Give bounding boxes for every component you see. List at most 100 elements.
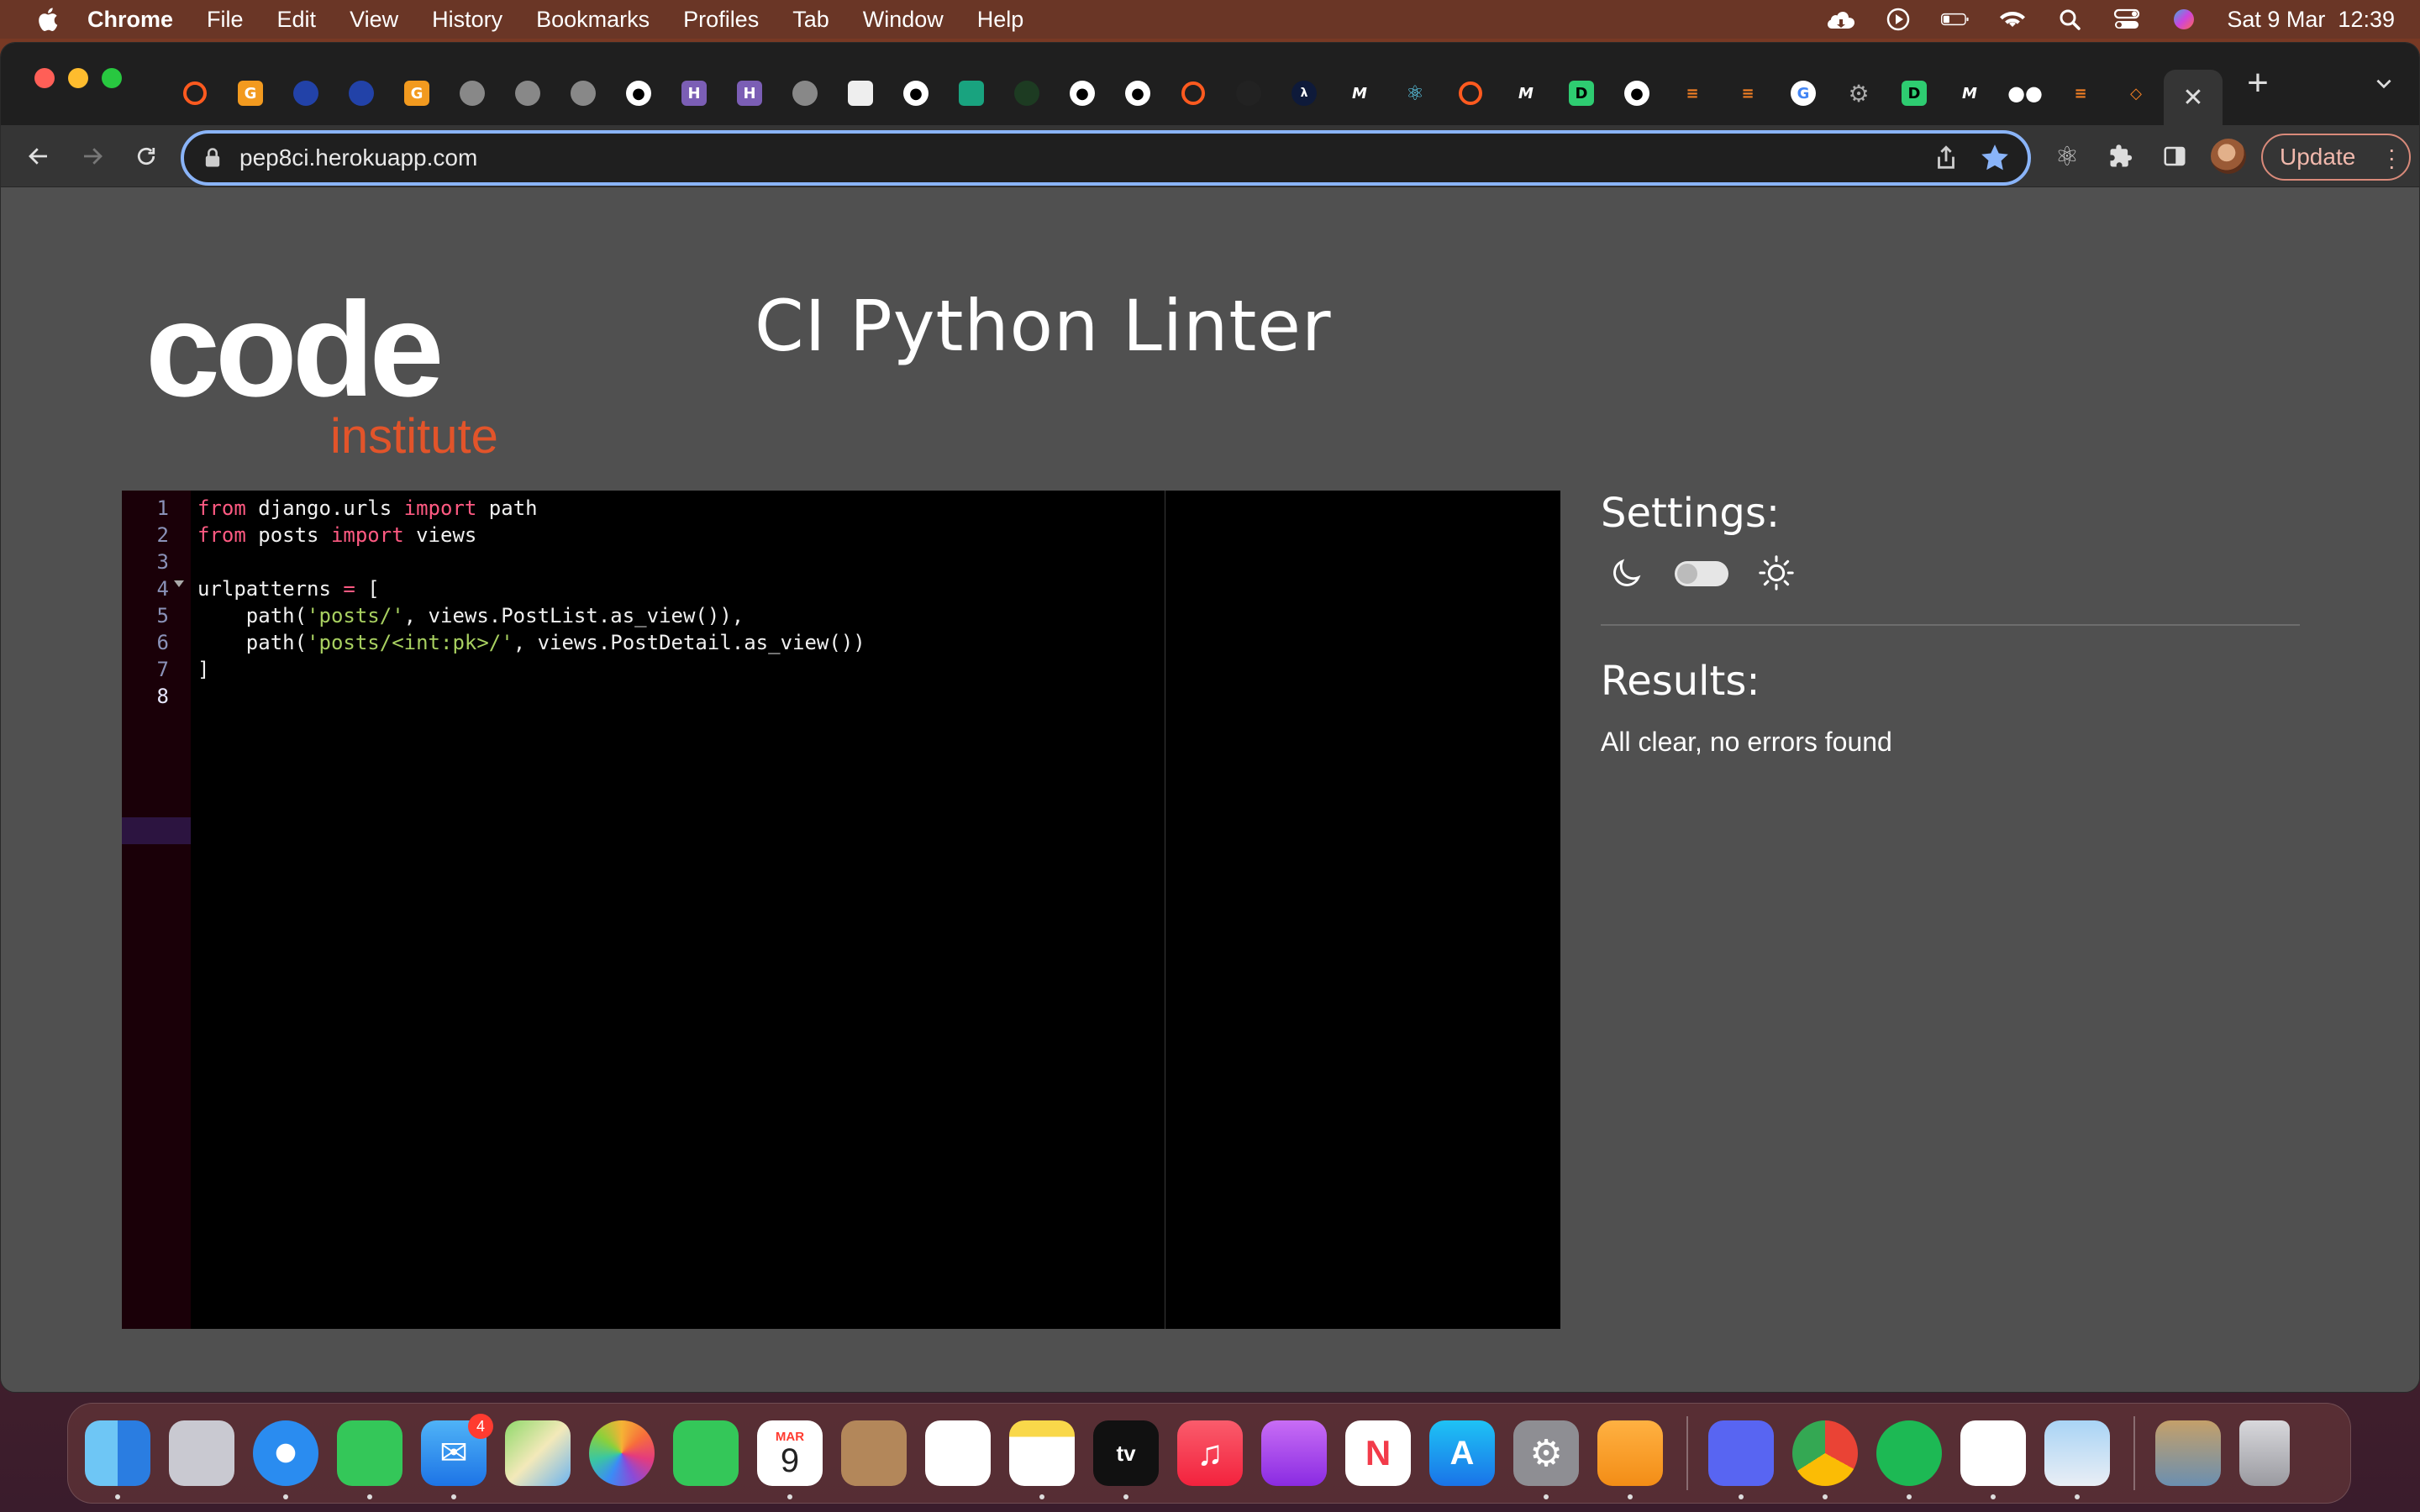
menu-profiles[interactable]: Profiles: [683, 7, 759, 33]
react-devtools-icon[interactable]: ⚛: [2048, 137, 2086, 176]
battery-icon[interactable]: [1941, 7, 1970, 32]
tab[interactable]: G: [223, 70, 278, 117]
tab[interactable]: M: [1332, 70, 1387, 117]
menu-app-name[interactable]: Chrome: [87, 7, 173, 33]
tab[interactable]: M: [1942, 70, 1997, 117]
code-line[interactable]: path('posts/', views.PostList.as_view())…: [197, 602, 744, 629]
tab[interactable]: ⚙: [1831, 70, 1886, 117]
tab[interactable]: [167, 70, 223, 117]
slack-icon[interactable]: [1960, 1420, 2026, 1499]
menu-file[interactable]: File: [207, 7, 244, 33]
apple-menu-icon[interactable]: [25, 0, 69, 39]
apple-tv-icon[interactable]: tv: [1093, 1420, 1159, 1499]
discord-icon[interactable]: [1708, 1420, 1774, 1499]
code-line[interactable]: urlpatterns = [: [197, 575, 380, 602]
tab[interactable]: [777, 70, 833, 117]
tab[interactable]: ●: [611, 70, 666, 117]
podcasts-icon[interactable]: [1261, 1420, 1327, 1486]
tab[interactable]: [1165, 70, 1221, 117]
extensions-puzzle-icon[interactable]: [2102, 137, 2140, 176]
menu-edit[interactable]: Edit: [277, 7, 317, 33]
tab-search-chevron-icon[interactable]: [2365, 61, 2402, 105]
menu-history[interactable]: History: [432, 7, 502, 33]
tab[interactable]: ◇: [2108, 70, 2164, 117]
tab[interactable]: ●: [1110, 70, 1165, 117]
menubar-clock[interactable]: Sat 9 Mar 12:39: [2227, 7, 2395, 33]
pages-icon[interactable]: [1597, 1420, 1663, 1499]
tab[interactable]: [833, 70, 888, 117]
tab[interactable]: [445, 70, 500, 117]
mail-icon[interactable]: ✉ 4: [421, 1414, 493, 1499]
maps-icon[interactable]: [505, 1420, 571, 1486]
play-icon[interactable]: [1884, 7, 1912, 32]
launchpad-icon[interactable]: [169, 1420, 234, 1486]
menu-tab[interactable]: Tab: [792, 7, 829, 33]
tab[interactable]: ≡: [1665, 70, 1720, 117]
chrome-icon[interactable]: [1792, 1420, 1858, 1499]
menu-help[interactable]: Help: [977, 7, 1024, 33]
tab[interactable]: [944, 70, 999, 117]
url-text[interactable]: pep8ci.herokuapp.com: [239, 144, 477, 171]
news-icon[interactable]: N: [1345, 1420, 1411, 1486]
share-icon[interactable]: [1932, 144, 1960, 172]
profile-avatar[interactable]: [2211, 139, 2246, 174]
tab[interactable]: G: [1776, 70, 1831, 117]
safari-icon[interactable]: [253, 1420, 318, 1499]
tab-active[interactable]: ✕: [2164, 70, 2223, 125]
code-institute-logo[interactable]: code institute: [144, 274, 522, 465]
close-window-button[interactable]: [34, 68, 55, 88]
tab[interactable]: [500, 70, 555, 117]
finder-icon[interactable]: [85, 1420, 150, 1499]
code-line[interactable]: from posts import views: [197, 522, 476, 549]
side-panel-icon[interactable]: [2155, 137, 2194, 176]
spotify-icon[interactable]: [1876, 1420, 1942, 1499]
app-store-icon[interactable]: A: [1429, 1420, 1495, 1486]
menu-window[interactable]: Window: [863, 7, 944, 33]
tab[interactable]: ≡: [2053, 70, 2108, 117]
tab[interactable]: H: [666, 70, 722, 117]
tab[interactable]: H: [722, 70, 777, 117]
downloads-stack-icon[interactable]: [2155, 1420, 2221, 1486]
menu-view[interactable]: View: [350, 7, 398, 33]
trash-icon[interactable]: [2239, 1420, 2290, 1486]
contacts-icon[interactable]: [841, 1420, 907, 1486]
minimize-window-button[interactable]: [68, 68, 88, 88]
tab[interactable]: ●: [1609, 70, 1665, 117]
tab[interactable]: [999, 70, 1055, 117]
tab[interactable]: M: [1498, 70, 1554, 117]
tab[interactable]: ≡: [1720, 70, 1776, 117]
control-center-icon[interactable]: [2112, 7, 2141, 32]
tab[interactable]: ●: [888, 70, 944, 117]
notes-icon[interactable]: [1009, 1420, 1075, 1499]
lock-icon[interactable]: [203, 146, 223, 170]
zoom-window-button[interactable]: [102, 68, 122, 88]
tab[interactable]: ●: [1055, 70, 1110, 117]
siri-icon[interactable]: [2170, 7, 2198, 32]
calendar-icon[interactable]: MAR 9: [757, 1420, 823, 1499]
tab[interactable]: ●●: [1997, 70, 2053, 117]
photos-icon[interactable]: [589, 1420, 655, 1486]
tab[interactable]: G: [389, 70, 445, 117]
bookmark-star-icon[interactable]: [1979, 142, 2011, 174]
system-settings-icon[interactable]: ⚙: [1513, 1420, 1579, 1499]
tab[interactable]: [1443, 70, 1498, 117]
more-menu-icon[interactable]: · · ·: [2388, 138, 2396, 178]
tab[interactable]: [334, 70, 389, 117]
back-button[interactable]: [18, 135, 60, 177]
tab[interactable]: ⚛: [1387, 70, 1443, 117]
wifi-icon[interactable]: [1998, 7, 2027, 32]
tab[interactable]: [1221, 70, 1276, 117]
code-editor[interactable]: 12345678 from django.urls import path fro…: [122, 491, 1560, 1329]
code-line[interactable]: from django.urls import path: [197, 495, 538, 522]
icloud-icon[interactable]: [1827, 7, 1855, 32]
menu-bookmarks[interactable]: Bookmarks: [536, 7, 650, 33]
reminders-icon[interactable]: [925, 1420, 991, 1486]
new-tab-button[interactable]: +: [2234, 60, 2281, 107]
facetime-icon[interactable]: [673, 1420, 739, 1486]
tab[interactable]: D: [1554, 70, 1609, 117]
close-tab-icon[interactable]: ✕: [2182, 83, 2203, 113]
reload-button[interactable]: [125, 135, 167, 177]
music-icon[interactable]: ♫: [1177, 1420, 1243, 1486]
tab[interactable]: λ: [1276, 70, 1332, 117]
tab[interactable]: D: [1886, 70, 1942, 117]
